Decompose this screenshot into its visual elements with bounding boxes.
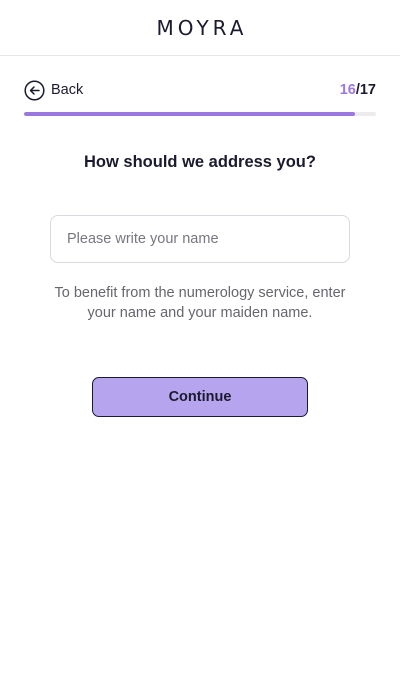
back-button[interactable]: Back [24,79,84,101]
step-counter: 16/17 [340,82,376,98]
progress-bar-fill [24,112,356,116]
onboarding-page: MOYRA Back 16/17 How should we address y… [0,0,400,691]
back-label: Back [51,82,84,98]
step-total: /17 [355,82,376,98]
helper-text: To benefit from the numerology service, … [54,285,346,321]
moyra-logo: MOYRA [156,15,248,40]
step-current: 16 [339,82,356,98]
progress-bar [24,112,376,116]
app-header: MOYRA [0,0,400,56]
step-navigation: Back 16/17 [24,78,376,102]
name-input[interactable] [50,215,350,263]
arrow-left-circle-icon [24,79,45,101]
continue-button[interactable]: Continue [92,377,308,417]
page-title: How should we address you? [84,153,316,171]
